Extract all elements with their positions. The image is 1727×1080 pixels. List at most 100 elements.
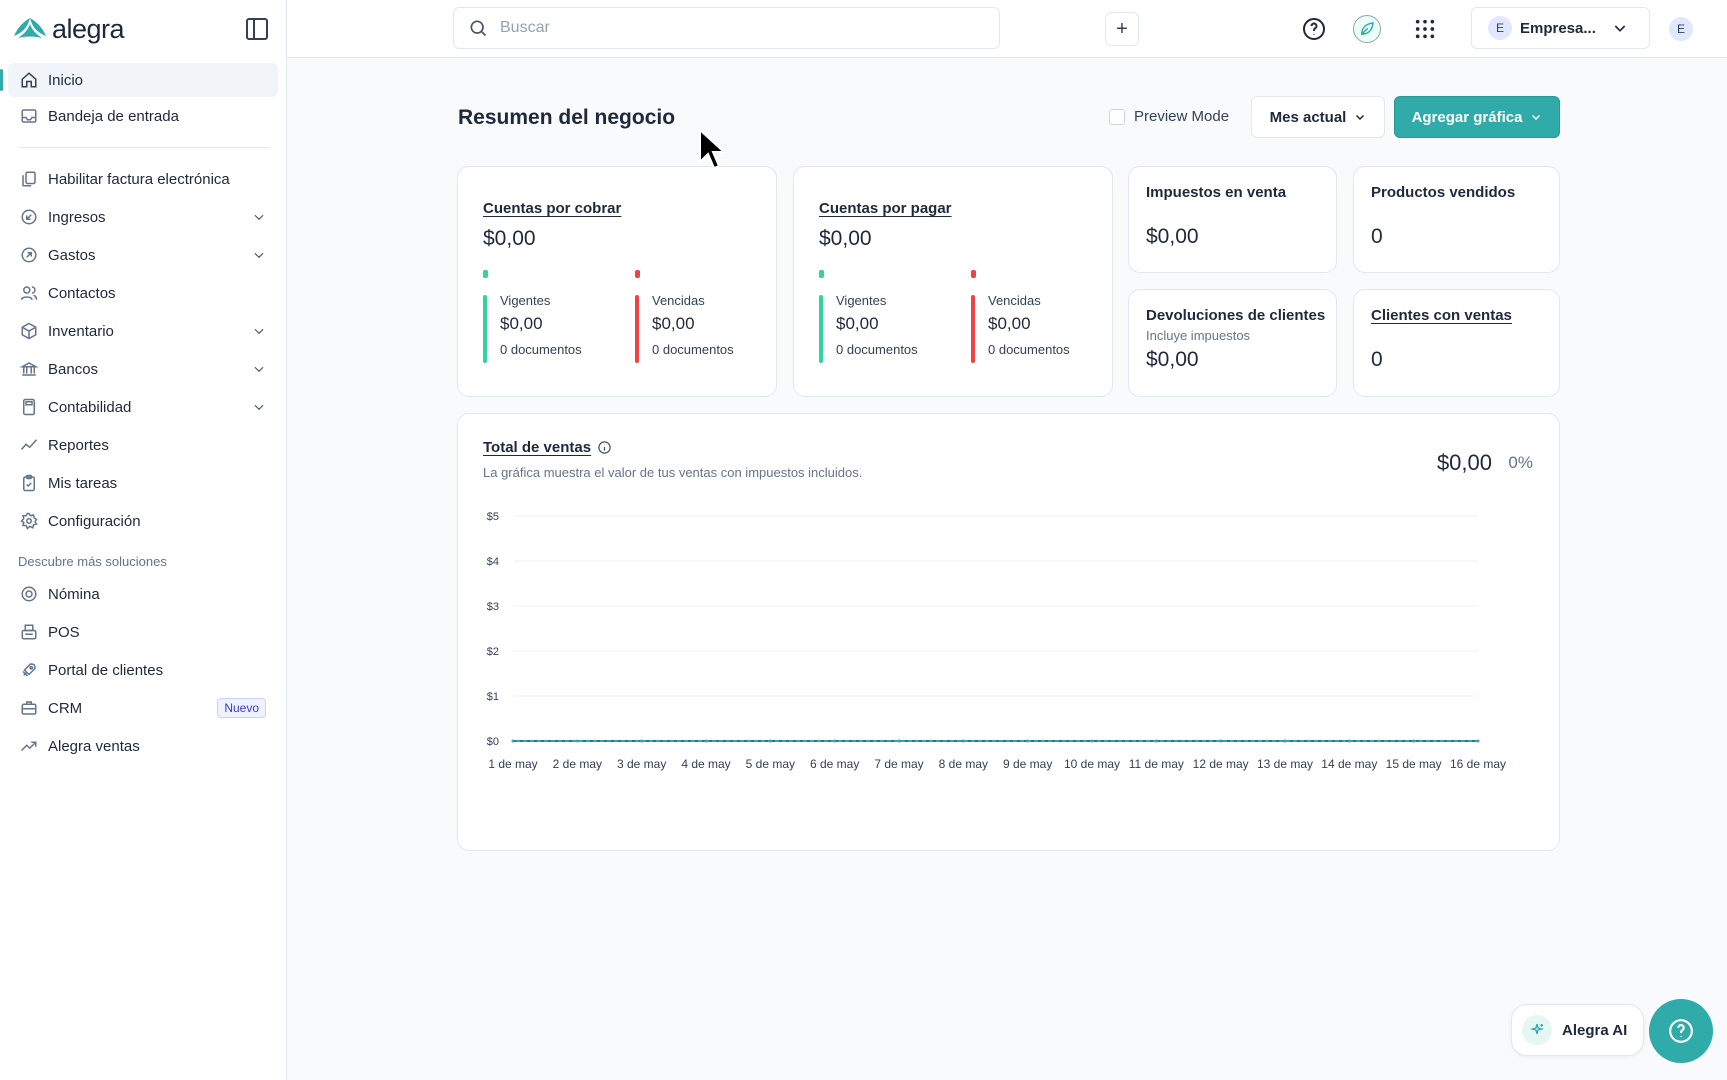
chevron-down-icon[interactable] (252, 248, 266, 262)
data-point[interactable] (1154, 739, 1158, 743)
sidebar-item-nomina[interactable]: Nómina (0, 575, 286, 613)
chevron-down-icon (1356, 114, 1365, 121)
data-point[interactable] (897, 739, 901, 743)
overdue-bar (635, 295, 639, 363)
alegra-ai-button[interactable]: Alegra AI (1511, 1004, 1644, 1056)
preview-mode-checkbox[interactable] (1109, 108, 1125, 125)
data-point[interactable] (833, 739, 837, 743)
receivables-title[interactable]: Cuentas por cobrar (483, 200, 621, 217)
solutions-nav: Nómina POS Portal de clientes CRM Nuevo (0, 575, 286, 765)
inbox-icon (20, 107, 38, 125)
data-point[interactable] (511, 739, 515, 743)
search-input[interactable] (500, 19, 980, 37)
help-fab-button[interactable] (1649, 999, 1713, 1063)
sidebar-item-crm[interactable]: CRM Nuevo (0, 689, 286, 727)
total-sales-title[interactable]: Total de ventas (483, 439, 591, 456)
sidebar-item-inventario[interactable]: Inventario (0, 312, 286, 350)
chevron-down-icon[interactable] (252, 324, 266, 338)
sidebar-item-pos[interactable]: POS (0, 613, 286, 651)
payables-overdue: Vencidas $0,00 0 documentos (988, 293, 1070, 357)
y-tick-label: $1 (487, 691, 499, 703)
sales-tax-value: $0,00 (1146, 225, 1199, 248)
sidebar-toggle-icon[interactable] (246, 18, 268, 40)
sidebar-item-bandeja[interactable]: Bandeja de entrada (0, 97, 286, 135)
search-box[interactable] (453, 7, 1000, 49)
sidebar-item-label: Contactos (48, 284, 116, 302)
current-value: $0,00 (836, 314, 879, 333)
apps-grid-icon[interactable] (1411, 15, 1439, 43)
data-point[interactable] (1476, 739, 1480, 743)
add-chart-button[interactable]: Agregar gráfica (1394, 96, 1560, 138)
customers-with-sales-title[interactable]: Clientes con ventas (1371, 307, 1512, 324)
info-icon[interactable] (597, 440, 612, 455)
current-dot (819, 270, 824, 278)
sidebar-item-label: Contabilidad (48, 398, 132, 416)
sidebar-item-configuracion[interactable]: Configuración (0, 502, 286, 540)
chevron-down-icon (1614, 25, 1626, 32)
sidebar-item-contabilidad[interactable]: Contabilidad (0, 388, 286, 426)
alegra-leaf-status-icon[interactable] (1353, 15, 1381, 43)
help-icon[interactable] (1300, 15, 1328, 43)
overdue-bar (971, 295, 975, 363)
sidebar-item-inicio[interactable]: Inicio (0, 63, 278, 97)
total-sales-percent: 0% (1508, 453, 1533, 472)
preview-mode-label: Preview Mode (1134, 108, 1230, 125)
sidebar-item-gastos[interactable]: Gastos (0, 236, 286, 274)
create-button[interactable]: + (1105, 12, 1139, 46)
y-tick-label: $3 (487, 601, 499, 613)
sidebar-item-mis-tareas[interactable]: Mis tareas (0, 464, 286, 502)
period-label: Mes actual (1269, 108, 1347, 126)
sparkle-icon (1522, 1015, 1552, 1045)
sales-tax-card: Impuestos en venta $0,00 (1128, 166, 1337, 273)
company-name: Empresa... (1520, 19, 1596, 37)
page-title: Resumen del negocio (458, 106, 676, 129)
sidebar-item-label: Configuración (48, 512, 141, 530)
data-point[interactable] (768, 739, 772, 743)
chevron-down-icon[interactable] (252, 362, 266, 376)
data-point[interactable] (575, 739, 579, 743)
data-point[interactable] (1219, 739, 1223, 743)
data-point[interactable] (1412, 739, 1416, 743)
payables-value: $0,00 (819, 227, 872, 250)
customers-with-sales-card: Clientes con ventas 0 (1353, 289, 1560, 397)
data-point[interactable] (1283, 739, 1287, 743)
overdue-label: Vencidas (652, 293, 705, 308)
sidebar-item-reportes[interactable]: Reportes (0, 426, 286, 464)
data-point[interactable] (1090, 739, 1094, 743)
period-dropdown[interactable]: Mes actual (1251, 96, 1385, 138)
returns-title: Devoluciones de clientes (1146, 307, 1326, 324)
data-point[interactable] (961, 739, 965, 743)
sidebar-nav-main: Habilitar factura electrónica Ingresos G… (0, 160, 286, 540)
calculator-icon (20, 398, 38, 416)
sidebar-item-bancos[interactable]: Bancos (0, 350, 286, 388)
sidebar-item-contactos[interactable]: Contactos (0, 274, 286, 312)
alegra-logo[interactable]: alegra (12, 13, 125, 45)
sidebar-item-label: Ingresos (48, 208, 106, 226)
sales-line-chart: $0 $1 $2 $3 $4 $5 1 de may 2 de may 3 de may 4 de… (487, 511, 1506, 771)
sidebar-item-portal-clientes[interactable]: Portal de clientes (0, 651, 286, 689)
overdue-dot (635, 270, 640, 278)
sidebar-item-alegra-ventas[interactable]: Alegra ventas (0, 727, 286, 765)
preview-mode-toggle[interactable]: Preview Mode (1109, 108, 1229, 125)
receivables-card: Cuentas por cobrar $0,00 Vigentes $0,00 … (457, 166, 777, 397)
chevron-down-icon[interactable] (252, 210, 266, 224)
chevron-down-icon[interactable] (252, 400, 266, 414)
company-selector[interactable]: E Empresa... (1471, 7, 1650, 49)
help-icon (1669, 1019, 1693, 1043)
data-point[interactable] (704, 739, 708, 743)
sidebar-item-label: Inventario (48, 322, 114, 340)
payables-title[interactable]: Cuentas por pagar (819, 200, 952, 217)
current-label: Vigentes (836, 293, 887, 308)
current-label: Vigentes (500, 293, 551, 308)
user-avatar[interactable]: E (1669, 17, 1693, 41)
data-point[interactable] (1026, 739, 1030, 743)
x-tick-label: 9 de may (1003, 757, 1052, 771)
sidebar-item-factura-electronica[interactable]: Habilitar factura electrónica (0, 160, 286, 198)
overdue-value: $0,00 (652, 314, 695, 333)
data-point[interactable] (640, 739, 644, 743)
logo-text: alegra (52, 13, 125, 44)
data-point[interactable] (1347, 739, 1351, 743)
sidebar-item-ingresos[interactable]: Ingresos (0, 198, 286, 236)
chevron-down-icon (1532, 114, 1541, 121)
new-badge: Nuevo (217, 698, 266, 718)
